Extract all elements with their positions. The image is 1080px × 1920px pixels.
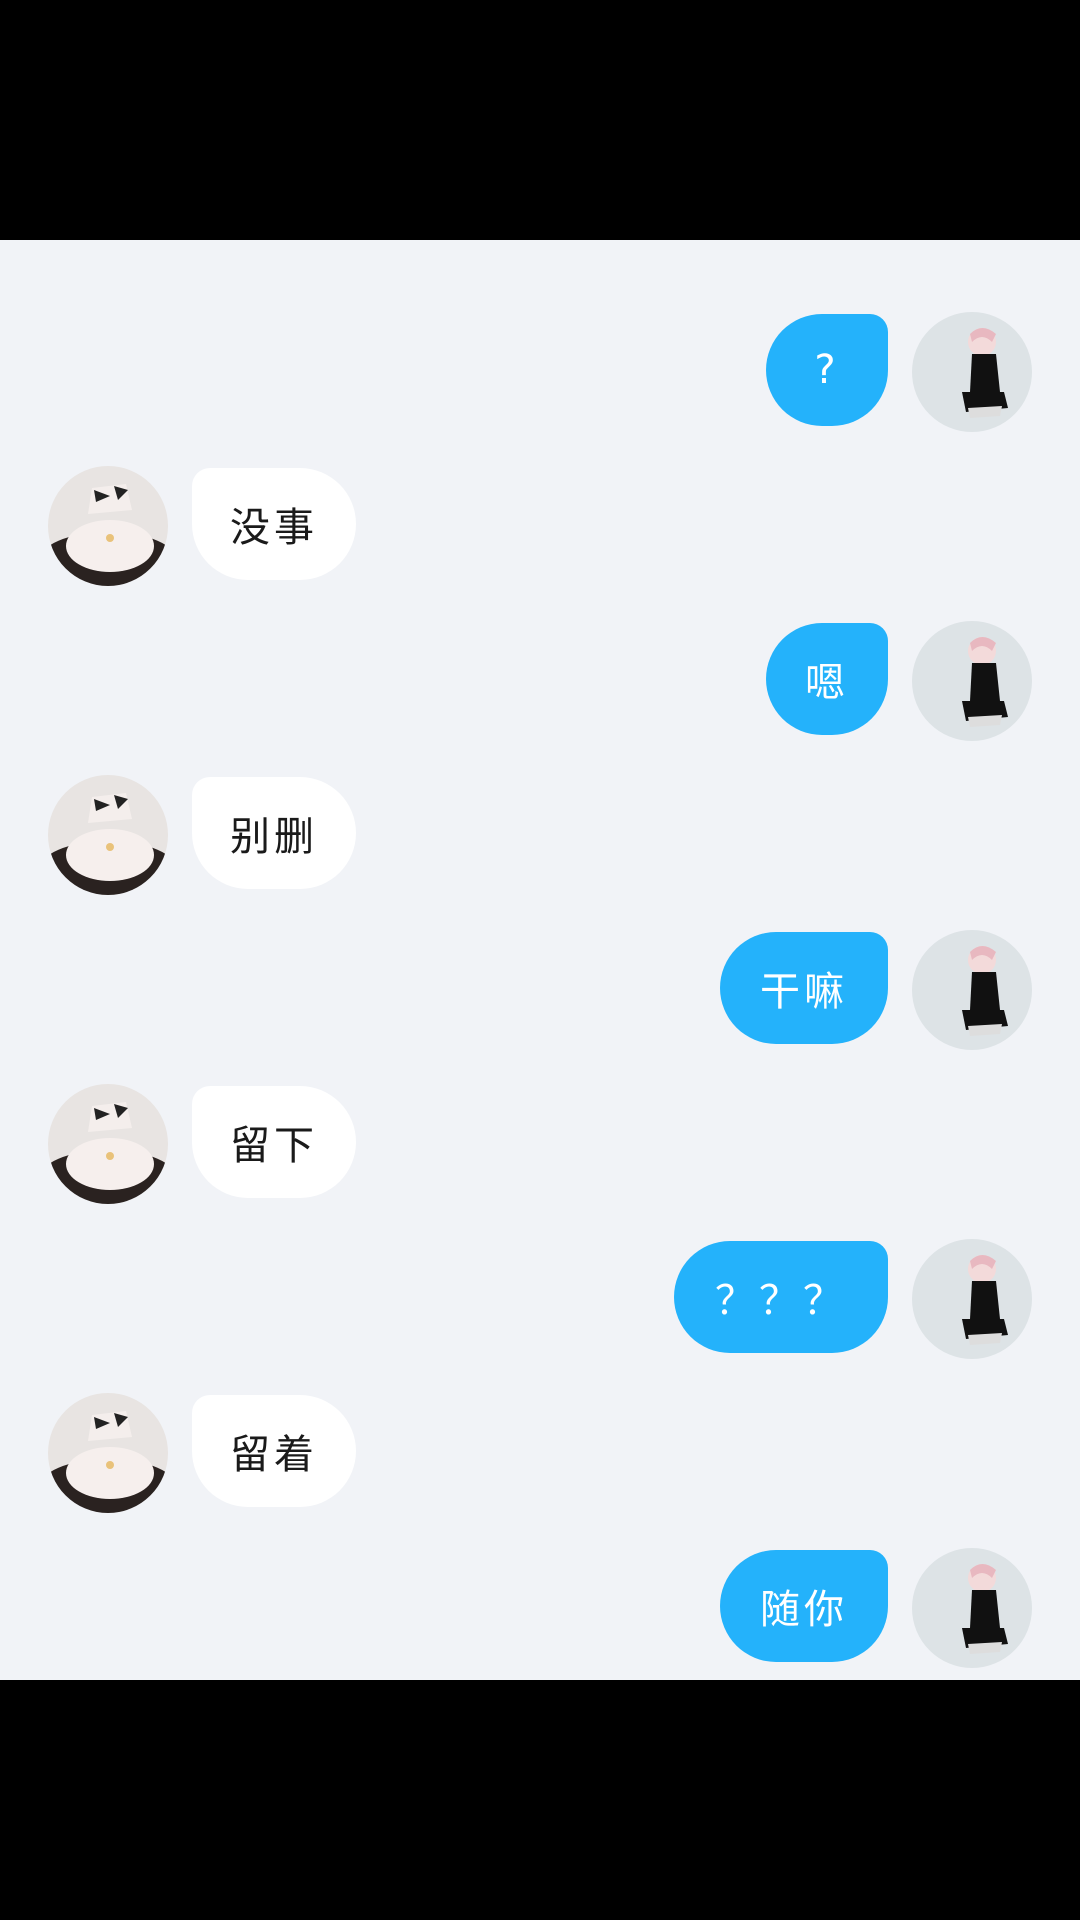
message-incoming: 别删 [0, 775, 1080, 895]
avatar-figure-white-dress-icon [48, 466, 168, 586]
message-bubble[interactable]: 没事 [192, 468, 356, 580]
message-bubble[interactable]: 留下 [192, 1086, 356, 1198]
avatar-figure-white-dress-icon [48, 1084, 168, 1204]
message-incoming: 留着 [0, 1393, 1080, 1513]
message-outgoing: 干嘛 [0, 930, 1080, 1050]
avatar[interactable] [48, 466, 168, 586]
avatar[interactable] [912, 312, 1032, 432]
message-incoming: 留下 [0, 1084, 1080, 1204]
avatar[interactable] [912, 1239, 1032, 1359]
message-incoming: 没事 [0, 466, 1080, 586]
avatar[interactable] [48, 775, 168, 895]
avatar-figure-white-dress-icon [48, 1393, 168, 1513]
avatar-figure-white-dress-icon [48, 775, 168, 895]
message-bubble[interactable]: 干嘛 [720, 932, 888, 1044]
avatar[interactable] [912, 930, 1032, 1050]
message-outgoing: ? [0, 312, 1080, 432]
avatar-figure-black-outfit-icon [912, 930, 1032, 1050]
message-bubble[interactable]: ? [766, 314, 888, 426]
message-outgoing: 嗯 [0, 621, 1080, 741]
message-bubble[interactable]: 别删 [192, 777, 356, 889]
message-bubble[interactable]: ？？？ [674, 1241, 888, 1353]
message-bubble[interactable]: 随你 [720, 1550, 888, 1662]
message-bubble[interactable]: 留着 [192, 1395, 356, 1507]
avatar[interactable] [912, 1548, 1032, 1668]
avatar-figure-black-outfit-icon [912, 312, 1032, 432]
message-outgoing: ？？？ [0, 1239, 1080, 1359]
bottom-letterbox [0, 1680, 1080, 1920]
message-bubble[interactable]: 嗯 [766, 623, 888, 735]
top-letterbox [0, 0, 1080, 240]
avatar[interactable] [912, 621, 1032, 741]
avatar[interactable] [48, 1393, 168, 1513]
avatar-figure-black-outfit-icon [912, 1239, 1032, 1359]
avatar-figure-black-outfit-icon [912, 1548, 1032, 1668]
avatar-figure-black-outfit-icon [912, 621, 1032, 741]
message-outgoing: 随你 [0, 1548, 1080, 1668]
chat-area[interactable]: ? 没事 嗯 别删 干嘛 留下 ？？？ 留着 随你 [0, 240, 1080, 1680]
avatar[interactable] [48, 1084, 168, 1204]
